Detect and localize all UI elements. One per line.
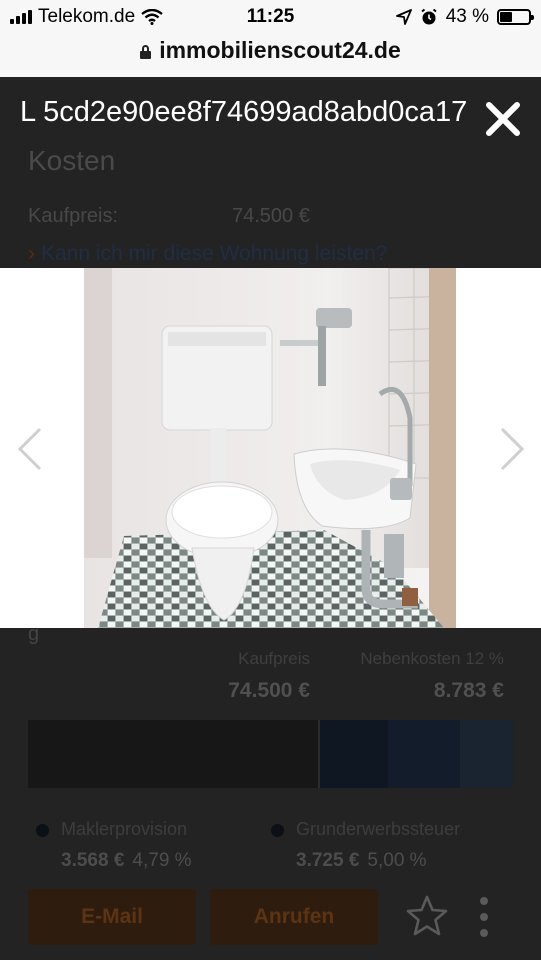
url-bar[interactable]: immobilienscout24.de <box>0 36 541 77</box>
chevron-right-small-icon: › <box>28 242 35 265</box>
price-value: 74.500 € <box>232 205 310 227</box>
bar-segment-other <box>460 720 513 788</box>
battery-fill <box>500 12 513 22</box>
star-icon[interactable] <box>404 893 450 939</box>
legend-percent: 5,00 % <box>367 850 427 871</box>
battery-percent: 43 % <box>445 6 489 27</box>
legend-item: Grunderwerbssteuer 3.725 € 5,00 % <box>271 819 460 872</box>
legend-dot <box>36 823 49 837</box>
cost-breakdown: Kaufpreis Nebenkosten 12 % 74.500 € 8.78… <box>28 649 513 703</box>
breakdown-col2-label: Nebenkosten 12 % <box>360 649 504 668</box>
costs-heading: Kosten <box>28 145 116 176</box>
close-icon[interactable] <box>480 96 526 142</box>
affordability-link[interactable]: › Kann ich mir diese Wohnung leisten? <box>28 242 387 266</box>
legend-label: Grunderwerbssteuer <box>296 819 461 839</box>
bar-segment-tax <box>388 720 460 788</box>
lightbox-stage <box>0 268 541 628</box>
email-button[interactable]: E-Mail <box>28 889 196 945</box>
legend-amount: 3.725 € <box>296 850 360 871</box>
chevron-right-icon[interactable] <box>498 426 528 472</box>
legend-percent: 4,79 % <box>132 850 192 871</box>
status-right: 43 % <box>395 6 534 28</box>
chevron-left-icon[interactable] <box>14 426 44 472</box>
listing-photo[interactable] <box>84 268 456 628</box>
status-bar: Telekom.de 11:25 43 % <box>0 0 541 36</box>
bar-segment-commission <box>320 720 388 788</box>
call-button[interactable]: Anrufen <box>210 889 378 945</box>
alarm-icon <box>421 8 437 25</box>
bar-segment-price <box>28 720 320 788</box>
more-vertical-icon[interactable] <box>478 897 490 937</box>
breakdown-col1-value: 74.500 € <box>228 679 310 702</box>
legend-item: Maklerprovision 3.568 € 4,79 % <box>36 819 192 872</box>
cost-bar <box>28 720 513 788</box>
battery-icon <box>497 9 534 25</box>
affordability-link-text: Kann ich mir diese Wohnung leisten? <box>41 242 388 265</box>
breakdown-col1-label: Kaufpreis <box>238 649 310 668</box>
legend-dot <box>271 823 284 837</box>
legend-amount: 3.568 € <box>61 850 125 871</box>
breakdown-col2-value: 8.783 € <box>433 679 504 702</box>
price-label: Kaufpreis: <box>28 205 119 227</box>
legend-label: Maklerprovision <box>61 819 188 839</box>
lightbox-title: L 5cd2e90ee8f74699ad8abd0ca17 <box>20 96 468 128</box>
location-arrow-icon <box>395 9 412 25</box>
url-domain: immobilienscout24.de <box>159 37 401 63</box>
lock-icon <box>140 45 152 59</box>
